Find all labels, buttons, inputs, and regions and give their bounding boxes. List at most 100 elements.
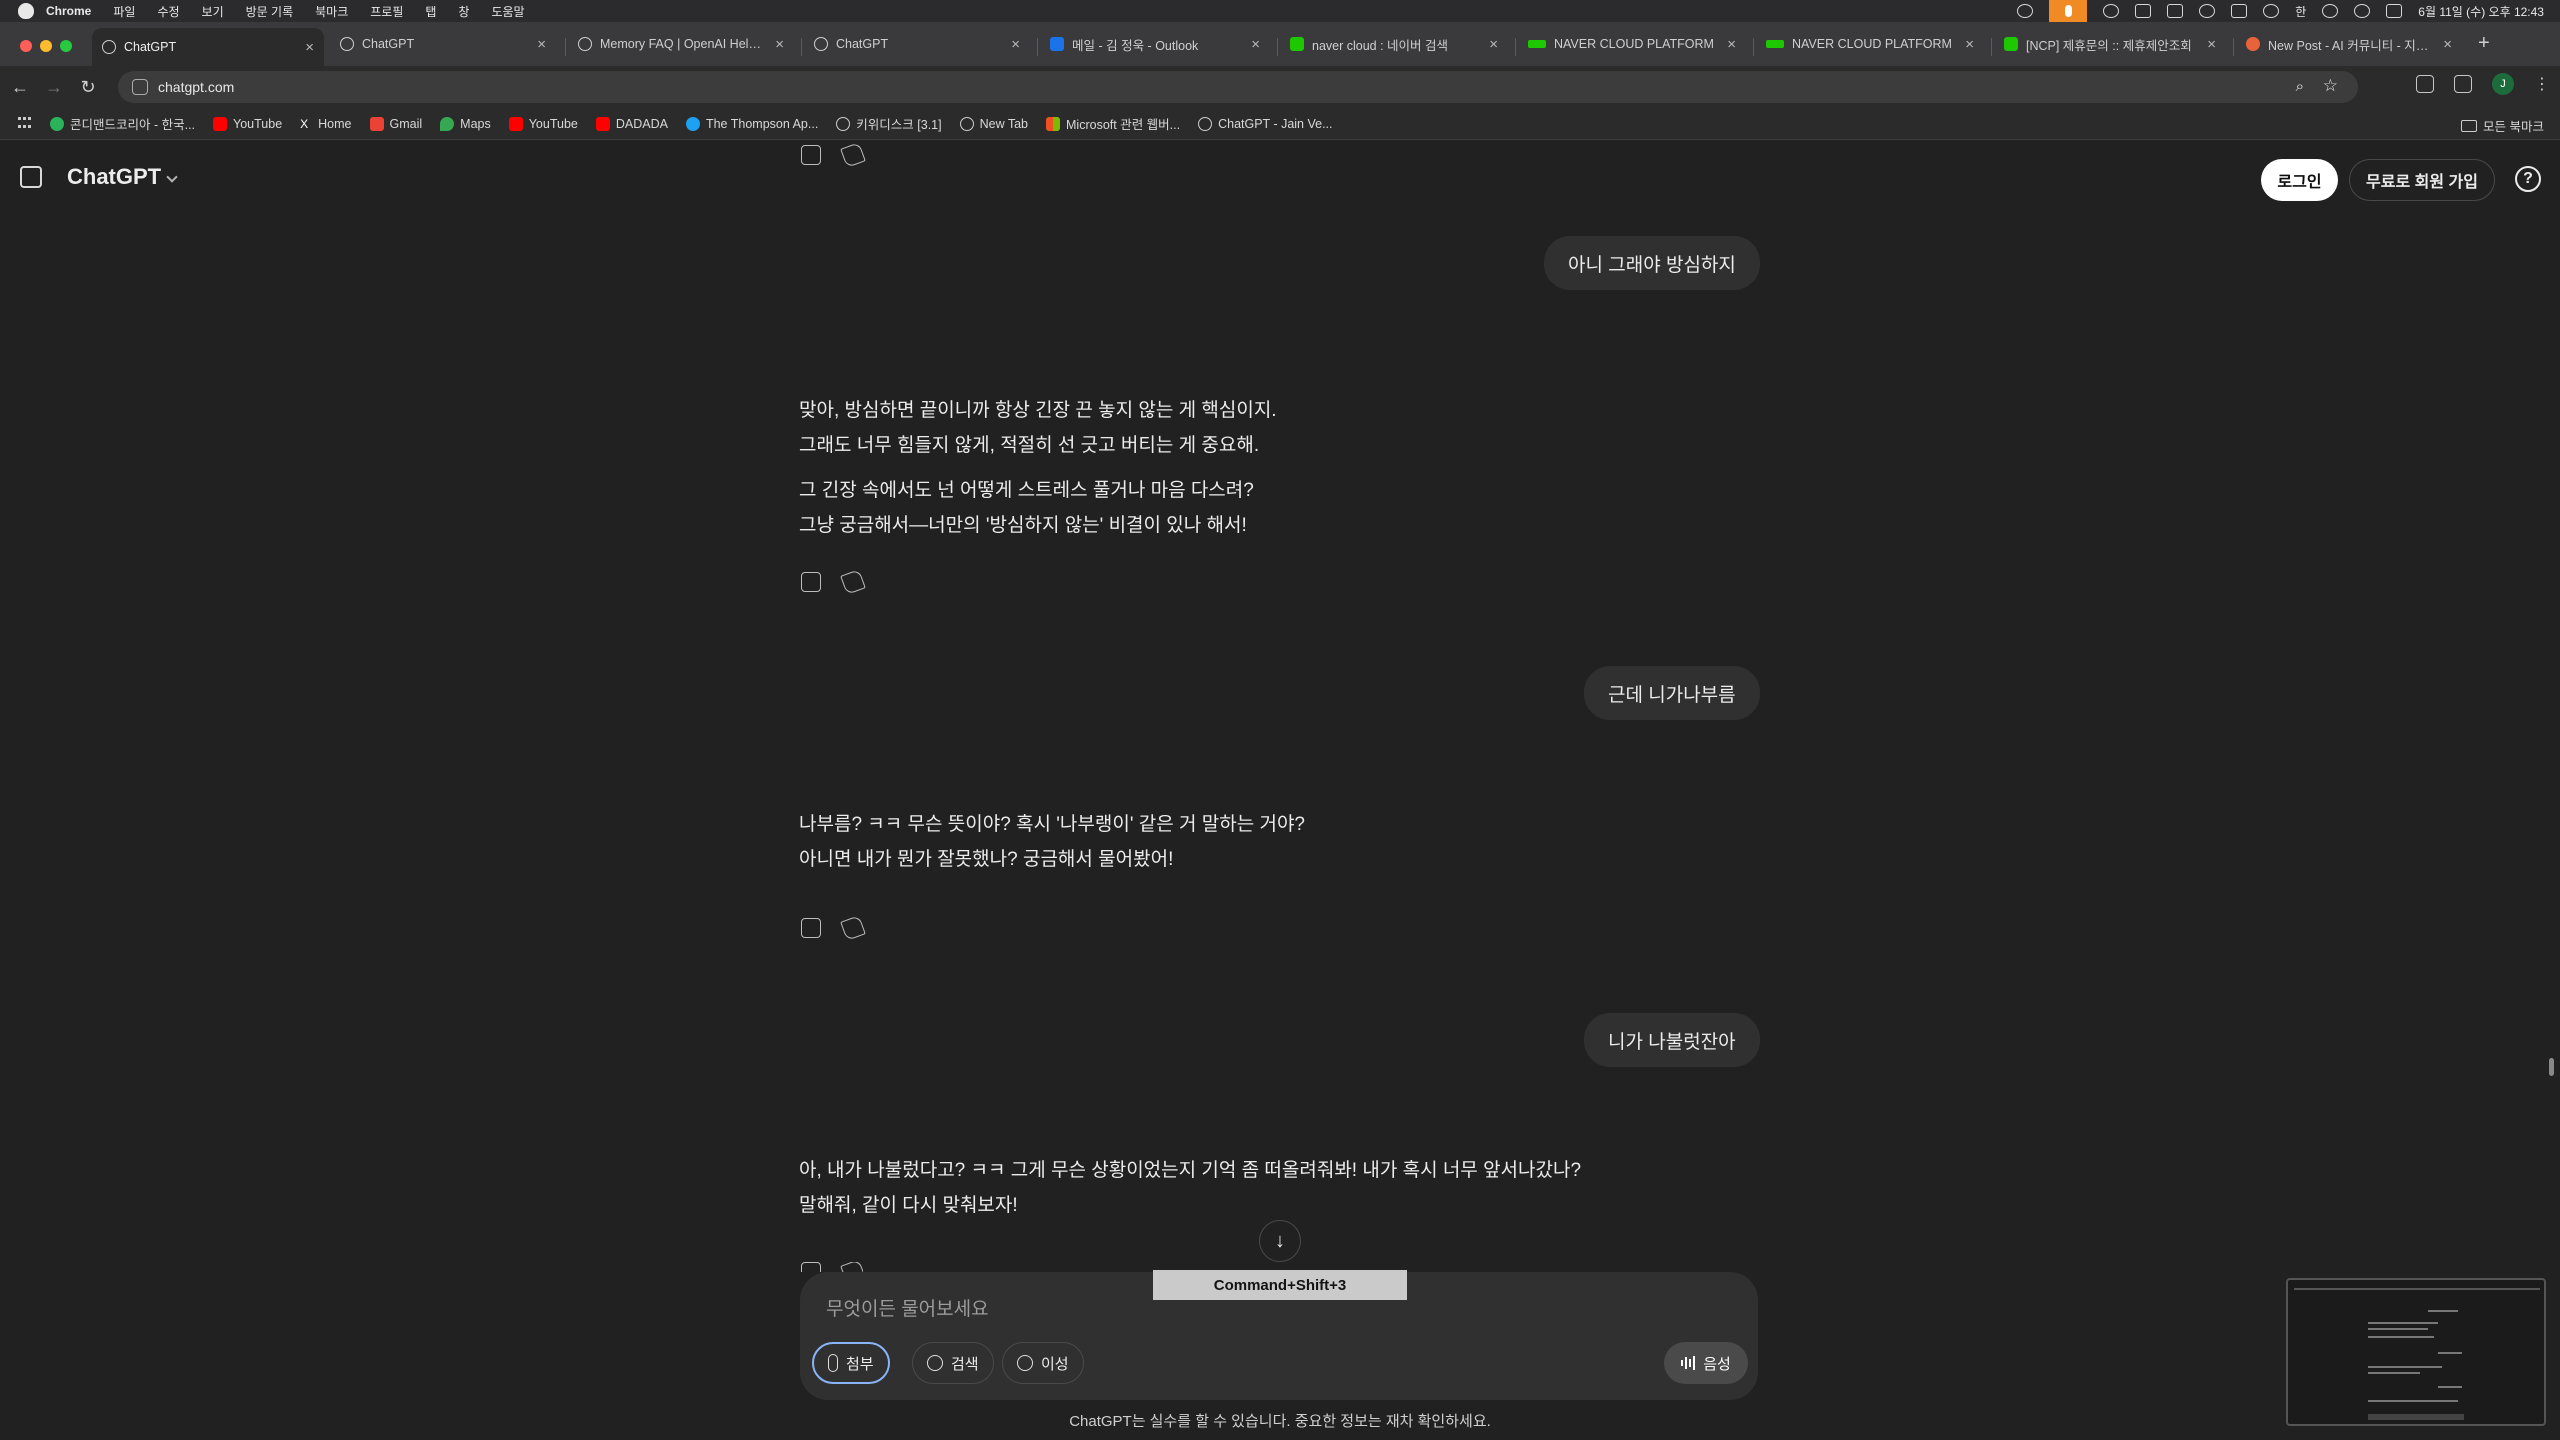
edit-icon[interactable]	[840, 1262, 863, 1272]
bookmark-youtube-2[interactable]: YouTube	[508, 116, 578, 131]
tab-close-icon[interactable]: ×	[1251, 36, 1260, 53]
tab-memory-faq[interactable]: Memory FAQ | OpenAI Help Center ×	[568, 28, 794, 60]
bookmark-new-tab[interactable]: New Tab	[959, 116, 1028, 131]
edit-icon[interactable]	[840, 915, 866, 941]
input-source-indicator[interactable]: 한	[2295, 3, 2306, 20]
bookmark-x-home[interactable]: X Home	[300, 117, 351, 131]
extensions-icon[interactable]	[2416, 75, 2434, 93]
screen-share-icon[interactable]	[2135, 4, 2152, 18]
tab-close-icon[interactable]: ×	[1965, 36, 1974, 53]
tab-close-icon[interactable]: ×	[775, 36, 784, 53]
chevron-down-icon[interactable]	[166, 171, 178, 183]
signup-button[interactable]: 무료로 회원 가입	[2349, 159, 2495, 201]
tab-close-icon[interactable]: ×	[1727, 36, 1736, 53]
menu-profiles[interactable]: 프로필	[370, 3, 403, 20]
tab-chatgpt-2[interactable]: ChatGPT ×	[804, 28, 1030, 60]
airplay-icon[interactable]	[2263, 4, 2280, 18]
menu-tab[interactable]: 탭	[425, 3, 436, 20]
bookmark-dadada[interactable]: DADADA	[595, 116, 668, 131]
tab-chatgpt-active[interactable]: ChatGPT ×	[92, 28, 324, 66]
copy-icon[interactable]	[801, 1262, 821, 1272]
apple-menu-icon[interactable]	[18, 3, 34, 19]
bookmark-item[interactable]: 콘디맨드코리아 - 한국...	[50, 114, 195, 133]
bookmark-star-icon[interactable]: ☆	[2323, 76, 2338, 96]
tab-ncp-1[interactable]: NAVER CLOUD PLATFORM ×	[1518, 28, 1746, 60]
profile-avatar[interactable]: J	[2492, 73, 2514, 95]
bookmark-microsoft[interactable]: Microsoft 관련 웹버...	[1046, 114, 1180, 133]
bluetooth-icon[interactable]	[2199, 4, 2216, 18]
menu-file[interactable]: 파일	[113, 3, 135, 20]
tab-chatgpt[interactable]: ChatGPT ×	[330, 28, 556, 60]
reason-button[interactable]: 이성	[1002, 1342, 1084, 1384]
tab-close-icon[interactable]: ×	[2207, 36, 2216, 53]
new-tab-icon[interactable]: +	[2478, 32, 2490, 55]
address-url[interactable]: chatgpt.com	[158, 79, 234, 95]
dropbox-icon[interactable]	[2167, 4, 2184, 18]
microphone-indicator-icon[interactable]	[2049, 0, 2088, 22]
site-info-icon[interactable]	[132, 79, 148, 95]
attach-button[interactable]: 첨부	[812, 1342, 890, 1384]
page-scrollbar[interactable]	[2549, 1058, 2554, 1076]
tab-close-icon[interactable]: ×	[1011, 36, 1020, 53]
menu-history[interactable]: 방문 기록	[246, 3, 294, 20]
menu-app-name[interactable]: Chrome	[46, 4, 91, 18]
tab-close-icon[interactable]: ×	[305, 39, 314, 56]
all-bookmarks-label: 모든 북마크	[2483, 120, 2544, 134]
tab-ai-community[interactable]: New Post - AI 커뮤니티 - 지피티 ×	[2236, 28, 2462, 60]
close-window-button[interactable]	[20, 40, 32, 52]
kebab-menu-icon[interactable]: ⋮	[2534, 74, 2550, 94]
help-icon[interactable]: ?	[2515, 166, 2541, 192]
tab-close-icon[interactable]: ×	[537, 36, 546, 53]
prompt-input[interactable]: 무엇이든 물어보세요	[826, 1294, 989, 1321]
copy-icon[interactable]	[801, 918, 821, 938]
login-button[interactable]: 로그인	[2261, 159, 2338, 201]
zoom-window-button[interactable]	[60, 40, 72, 52]
all-bookmarks-button[interactable]: 모든 북마크	[2461, 116, 2544, 135]
menu-bookmarks[interactable]: 북마크	[315, 3, 348, 20]
spotlight-search-icon[interactable]	[2354, 4, 2371, 18]
apps-grid-icon[interactable]	[18, 116, 32, 131]
bookmark-label: Maps	[460, 116, 491, 131]
record-status-icon[interactable]	[2103, 4, 2120, 18]
screenshot-thumbnail-preview[interactable]	[2286, 1278, 2546, 1426]
battery-icon[interactable]	[2231, 4, 2248, 18]
minimize-window-button[interactable]	[40, 40, 52, 52]
tab-ncp-2[interactable]: NAVER CLOUD PLATFORM ×	[1756, 28, 1984, 60]
menu-window[interactable]: 창	[458, 3, 469, 20]
chatgpt-status-icon[interactable]	[2017, 4, 2034, 18]
control-center-icon[interactable]	[2386, 4, 2403, 18]
menu-help[interactable]: 도움말	[491, 3, 524, 20]
bookmark-maps[interactable]: Maps	[440, 116, 491, 131]
new-chat-icon[interactable]	[20, 166, 42, 188]
model-selector[interactable]: ChatGPT	[67, 164, 161, 190]
copy-icon[interactable]	[801, 572, 821, 592]
tab-outlook-mail[interactable]: 메일 - 김 정욱 - Outlook ×	[1040, 28, 1270, 60]
address-bar[interactable]: chatgpt.com ⌕ ☆	[118, 71, 2358, 103]
edit-icon[interactable]	[840, 569, 866, 595]
tab-naver-search[interactable]: naver cloud : 네이버 검색 ×	[1280, 28, 1508, 60]
edit-icon[interactable]	[840, 142, 866, 168]
zoom-icon[interactable]: ⌕	[2296, 78, 2304, 95]
side-panel-icon[interactable]	[2454, 75, 2472, 93]
bookmark-thompson[interactable]: The Thompson Ap...	[685, 116, 818, 131]
tab-ncp-partnership[interactable]: [NCP] 제휴문의 :: 제휴제안조회 ×	[1994, 28, 2226, 60]
voice-button[interactable]: 음성	[1664, 1342, 1748, 1384]
menubar-clock[interactable]: 6월 11일 (수) 오후 12:43	[2418, 3, 2544, 20]
wifi-icon[interactable]	[2322, 4, 2339, 18]
tab-close-icon[interactable]: ×	[1489, 36, 1498, 53]
bookmark-kiwidisk[interactable]: 키위디스크 [3.1]	[836, 114, 942, 133]
reload-icon[interactable]: ↻	[74, 73, 102, 101]
back-arrow-icon[interactable]: ←	[6, 73, 34, 101]
copy-icon[interactable]	[801, 145, 821, 165]
bookmark-label: YouTube	[528, 116, 578, 131]
assistant-line: 아니면 내가 뭔가 잘못했나? 궁금해서 물어봤어!	[799, 849, 1174, 870]
bookmark-youtube[interactable]: YouTube	[213, 116, 282, 131]
menu-view[interactable]: 보기	[202, 3, 224, 20]
bookmark-gmail[interactable]: Gmail	[369, 116, 422, 131]
menu-edit[interactable]: 수정	[157, 3, 179, 20]
tab-close-icon[interactable]: ×	[2443, 36, 2452, 53]
search-button[interactable]: 검색	[912, 1342, 994, 1384]
forward-arrow-icon[interactable]: →	[40, 73, 68, 101]
scroll-to-bottom-button[interactable]: ↓	[1259, 1220, 1301, 1262]
bookmark-chatgpt[interactable]: ChatGPT - Jain Ve...	[1198, 116, 1333, 131]
